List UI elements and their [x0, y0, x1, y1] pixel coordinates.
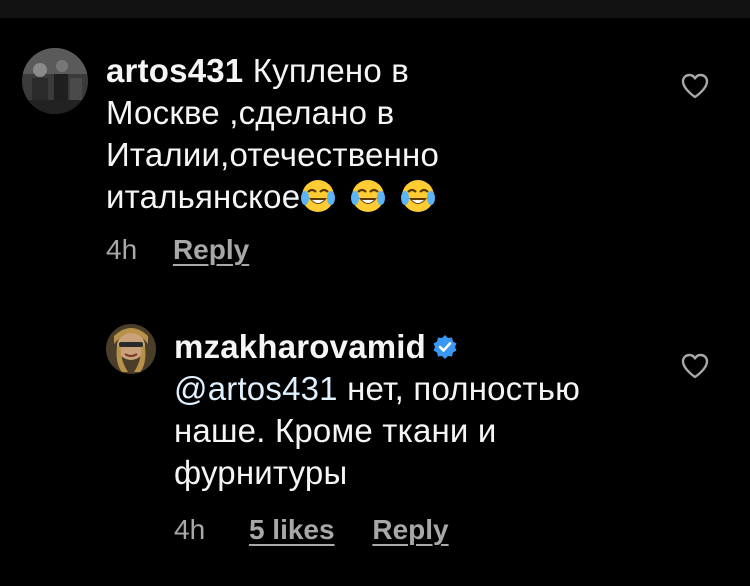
avatar-photo	[22, 48, 88, 114]
avatar-photo	[106, 324, 156, 374]
face-with-tears-of-joy-icon	[400, 178, 436, 214]
likes-count-button[interactable]: 5 likes	[249, 514, 335, 546]
comment-line: artos431 Куплено в	[106, 50, 626, 92]
comment-username[interactable]: artos431	[106, 52, 243, 89]
reply-button[interactable]: Reply	[173, 234, 249, 266]
comment-username[interactable]: mzakharovamid	[174, 328, 426, 365]
face-with-tears-of-joy-icon	[300, 178, 336, 214]
heart-outline-icon	[681, 353, 709, 379]
comment-body: mzakharovamid @artos431 нет, полностью н…	[174, 326, 644, 494]
comment-line: наше. Кроме ткани и	[174, 412, 497, 449]
comment-text: Куплено в	[252, 52, 410, 89]
comment-line: mzakharovamid	[174, 326, 644, 368]
comment-meta: 4h 5 likes Reply	[174, 514, 449, 546]
comment-text: итальянское	[106, 178, 301, 215]
comment-1: artos431 Куплено в Москве ,сделано в Ита…	[0, 0, 750, 290]
comment-text: нет, полностью	[337, 370, 581, 407]
face-with-tears-of-joy-icon	[350, 178, 386, 214]
comment-line: фурнитуры	[174, 454, 348, 491]
comment-2-reply: mzakharovamid @artos431 нет, полностью н…	[0, 290, 750, 586]
reply-button[interactable]: Reply	[372, 514, 448, 546]
comment-line: Италии,отечественно	[106, 136, 440, 173]
mention-link[interactable]: @artos431	[174, 370, 338, 407]
comment-line: @artos431 нет, полностью	[174, 368, 644, 410]
avatar-artos431[interactable]	[22, 48, 88, 114]
like-button[interactable]	[680, 352, 710, 380]
heart-outline-icon	[681, 73, 709, 99]
comment-time: 4h	[106, 234, 138, 265]
verified-badge-icon	[432, 328, 458, 359]
comment-time: 4h	[174, 514, 206, 545]
comment-line: итальянское	[106, 176, 626, 218]
like-button[interactable]	[680, 72, 710, 100]
comment-line: Москве ,сделано в	[106, 94, 395, 131]
avatar-mzakharovamid[interactable]	[106, 324, 156, 374]
comment-meta: 4h Reply	[106, 234, 249, 266]
comment-body: artos431 Куплено в Москве ,сделано в Ита…	[106, 50, 626, 218]
